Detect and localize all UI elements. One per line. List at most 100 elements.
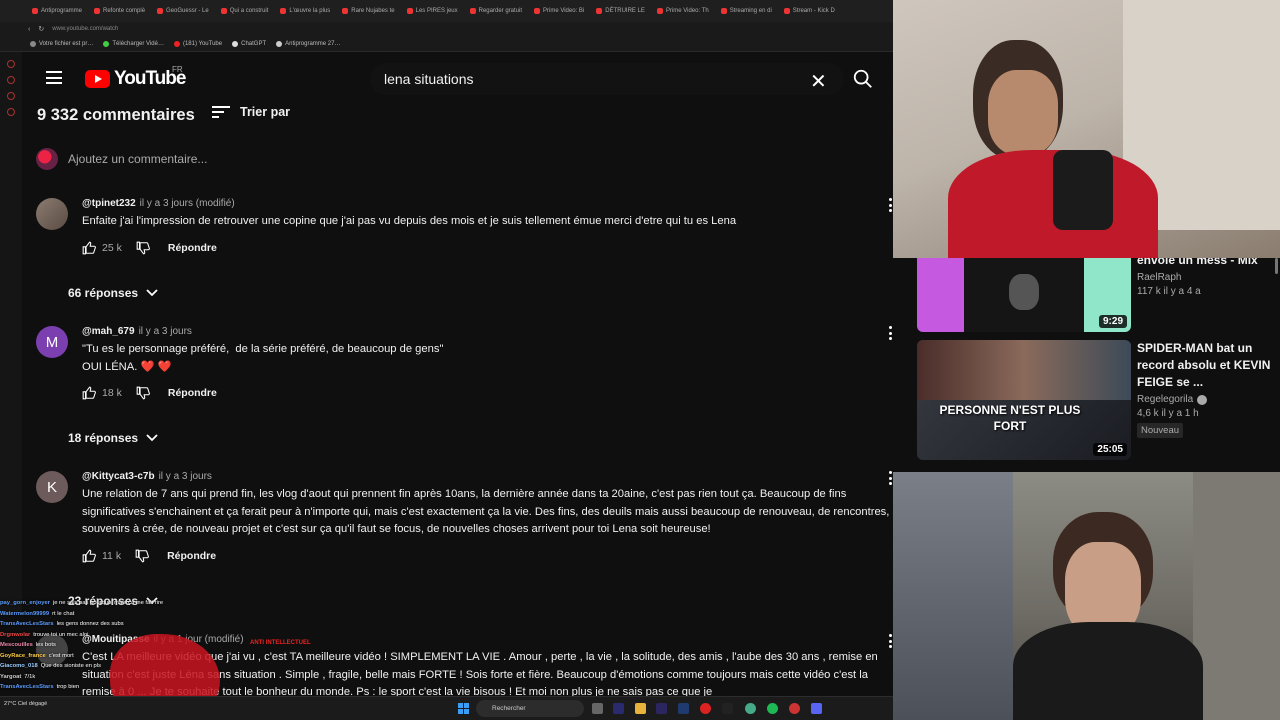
avatar[interactable]	[36, 198, 68, 230]
bookmark-item[interactable]: (181) YouTube	[173, 40, 222, 47]
reply-button[interactable]: Répondre	[168, 242, 217, 254]
dislike-icon[interactable]	[136, 386, 150, 400]
favicon-icon	[596, 8, 603, 14]
browser-tab[interactable]: Antiprogramme	[28, 8, 86, 14]
browser-tab[interactable]: Stream - Kick D	[780, 8, 839, 14]
spotify-icon[interactable]	[767, 703, 778, 714]
comment-text: Une relation de 7 ans qui prend fin, les…	[82, 488, 893, 535]
back-icon[interactable]: ‹	[28, 26, 30, 33]
opera-icon[interactable]	[700, 703, 711, 714]
browser-tab[interactable]: Prime Video: Th	[653, 8, 713, 14]
comment-time[interactable]: il y a 3 jours	[159, 471, 212, 482]
favicon-icon	[656, 8, 663, 14]
folder-icon[interactable]	[635, 703, 646, 714]
app-icon[interactable]	[722, 703, 733, 714]
replies-label: 66 réponses	[68, 286, 139, 300]
favicon-icon	[469, 8, 476, 14]
weather-widget[interactable]: 27°C Ciel dégagé	[4, 701, 47, 708]
avatar[interactable]: M	[36, 326, 68, 358]
bookmark-icon	[103, 40, 110, 47]
dislike-icon[interactable]	[135, 549, 150, 563]
search-input[interactable]: lena situations ✕	[370, 63, 844, 95]
comment-author[interactable]: @tpinet232	[82, 198, 136, 209]
discord-icon[interactable]	[811, 703, 822, 714]
bookmark-item[interactable]: Télécharger Vidé…	[103, 40, 164, 47]
search-value: lena situations	[384, 71, 474, 87]
video-meta: 4,6 k il y a 1 h	[1137, 408, 1199, 419]
channel-name[interactable]: Regelegorila	[1137, 394, 1273, 405]
favicon-icon	[220, 8, 227, 14]
browser-tab[interactable]: DÉTRUIRE LE	[592, 8, 649, 14]
browser-tab[interactable]: Streaming en di	[717, 8, 776, 14]
dislike-icon[interactable]	[136, 241, 150, 255]
bookmark-icon	[30, 40, 36, 47]
menu-icon[interactable]	[46, 71, 62, 84]
youtube-play-icon	[85, 70, 110, 88]
youtube-logo[interactable]: YouTube	[85, 68, 186, 90]
clear-search-icon[interactable]: ✕	[810, 69, 827, 94]
comment-text: "Tu es le personnage préféré, de la séri…	[82, 343, 444, 373]
chat-message: Giacomo_018 Que des sioniste en pls	[0, 663, 101, 669]
replies-toggle[interactable]: 18 réponses	[68, 431, 158, 445]
chat-message: Drgmwolar trouve toi un mec aloi	[0, 631, 89, 638]
taskbar-search[interactable]: Rechercher	[476, 700, 584, 717]
comment-author[interactable]: @mah_679	[82, 326, 135, 337]
replies-toggle[interactable]: 66 réponses	[68, 286, 158, 300]
video-title[interactable]: envoie un mess - Mix	[1137, 258, 1273, 269]
sort-button[interactable]: Trier par	[212, 105, 312, 119]
browser-tab[interactable]: Les PIRES jeux	[403, 8, 462, 14]
reply-button[interactable]: Répondre	[167, 550, 216, 562]
channel-name[interactable]: RaelRaph	[1137, 272, 1273, 283]
chrome-icon[interactable]	[745, 703, 756, 714]
premiere-icon[interactable]	[613, 703, 624, 714]
browser-tab[interactable]: L'œuvre la plus	[276, 8, 334, 14]
photoshop-icon[interactable]	[678, 703, 689, 714]
recommended-video[interactable]: 9:29 envoie un mess - Mix RaelRaph 117 k…	[917, 258, 1277, 332]
reload-icon[interactable]: ↻	[38, 25, 44, 33]
browser-tab[interactable]: Qui a construit	[217, 8, 273, 14]
url-field[interactable]: www.youtube.com/watch	[52, 26, 118, 32]
browser-tab[interactable]: Regarder gratuit	[466, 8, 526, 14]
reply-button[interactable]: Répondre	[168, 387, 217, 399]
like-icon[interactable]	[82, 549, 96, 563]
verified-icon	[1197, 394, 1208, 405]
recommended-video[interactable]: PERSONNE N'EST PLUS FORT 25:05 SPIDER-MA…	[917, 340, 1277, 460]
comment-time[interactable]: il y a 3 jours (modifié)	[140, 198, 235, 209]
video-title[interactable]: SPIDER-MAN bat un record absolu et KEVIN…	[1137, 340, 1273, 391]
browser-tab[interactable]: Prime Video: Bi	[530, 8, 588, 14]
rail-icon[interactable]	[7, 76, 15, 84]
favicon-icon	[720, 8, 727, 14]
start-icon[interactable]	[458, 703, 469, 714]
webcam-bottom	[893, 472, 1280, 720]
browser-tab[interactable]: Rare Nujabes te	[338, 8, 398, 14]
video-thumbnail[interactable]: 9:29	[917, 258, 1131, 332]
bookmark-item[interactable]: ChatGPT	[232, 40, 266, 47]
like-icon[interactable]	[82, 386, 96, 400]
bookmark-item[interactable]: Votre fichier est pr…	[30, 40, 93, 47]
avatar[interactable]: K	[36, 471, 68, 503]
premiere-pro-icon[interactable]	[656, 703, 667, 714]
favicon-icon	[32, 8, 38, 14]
favicon-icon	[157, 8, 164, 14]
comment-time[interactable]: il y a 3 jours	[139, 326, 192, 337]
comment-text: Enfaite j'ai l'impression de retrouver u…	[82, 215, 737, 227]
browser-tab[interactable]: GeoGuessr - Le	[153, 8, 213, 14]
comment-author[interactable]: @Kittycat3-c7b	[82, 471, 155, 482]
taskview-icon[interactable]	[592, 703, 603, 714]
bookmark-icon	[276, 40, 283, 47]
add-comment-row: Ajoutez un commentaire...	[36, 148, 768, 170]
search-icon[interactable]	[852, 68, 874, 90]
browser-tab[interactable]: Refonte complè	[90, 8, 149, 14]
video-duration: 25:05	[1093, 443, 1127, 456]
rail-icon[interactable]	[7, 92, 15, 100]
add-comment-input[interactable]: Ajoutez un commentaire...	[68, 152, 768, 167]
favicon-icon	[534, 8, 540, 14]
bookmark-item[interactable]: Antiprogramme 27…	[276, 40, 340, 47]
favicon-icon	[94, 8, 101, 14]
rail-icon[interactable]	[7, 108, 15, 116]
video-thumbnail[interactable]: PERSONNE N'EST PLUS FORT 25:05	[917, 340, 1131, 460]
thumbnail-text: PERSONNE N'EST PLUS FORT	[939, 403, 1081, 433]
like-icon[interactable]	[82, 241, 96, 255]
app-icon[interactable]	[789, 703, 800, 714]
rail-icon[interactable]	[7, 60, 15, 68]
